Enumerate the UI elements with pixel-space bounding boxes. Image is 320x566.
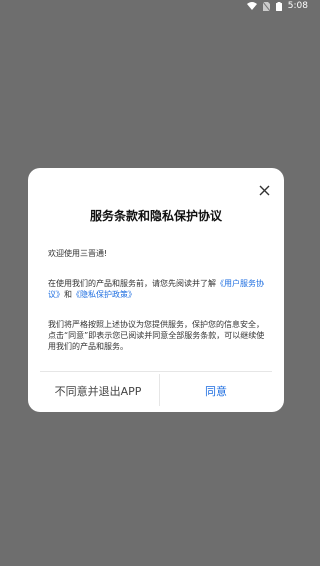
decline-exit-button[interactable]: 不同意并退出APP: [38, 375, 158, 407]
status-time: 5:08: [287, 1, 308, 11]
wifi-icon: [246, 2, 257, 10]
status-bar: 5:08: [0, 0, 314, 12]
agreement-prefix-text: 在使用我们的产品和服务前，请您先阅读并了解: [48, 279, 216, 288]
button-divider: [40, 371, 272, 372]
battery-icon: [275, 1, 282, 11]
agreement-paragraph: 在使用我们的产品和服务前，请您先阅读并了解《用户服务协议》和《隐私保护政策》: [48, 278, 266, 300]
privacy-policy-link[interactable]: 《隐私保护政策》: [72, 290, 136, 299]
and-text: 和: [64, 290, 72, 299]
consent-paragraph: 我们将严格按照上述协议为您提供服务，保护您的信息安全，点击“同意”即表示您已阅读…: [48, 320, 265, 351]
close-icon[interactable]: [256, 182, 272, 198]
agree-button[interactable]: 同意: [160, 375, 272, 407]
dialog-title: 服务条款和隐私保护协议: [89, 209, 222, 223]
no-sim-icon: [262, 1, 270, 11]
greeting-text: 欢迎使用三晋通!: [48, 249, 108, 258]
privacy-dialog: 服务条款和隐私保护协议 欢迎使用三晋通! 在使用我们的产品和服务前，请您先阅读并…: [28, 168, 284, 412]
